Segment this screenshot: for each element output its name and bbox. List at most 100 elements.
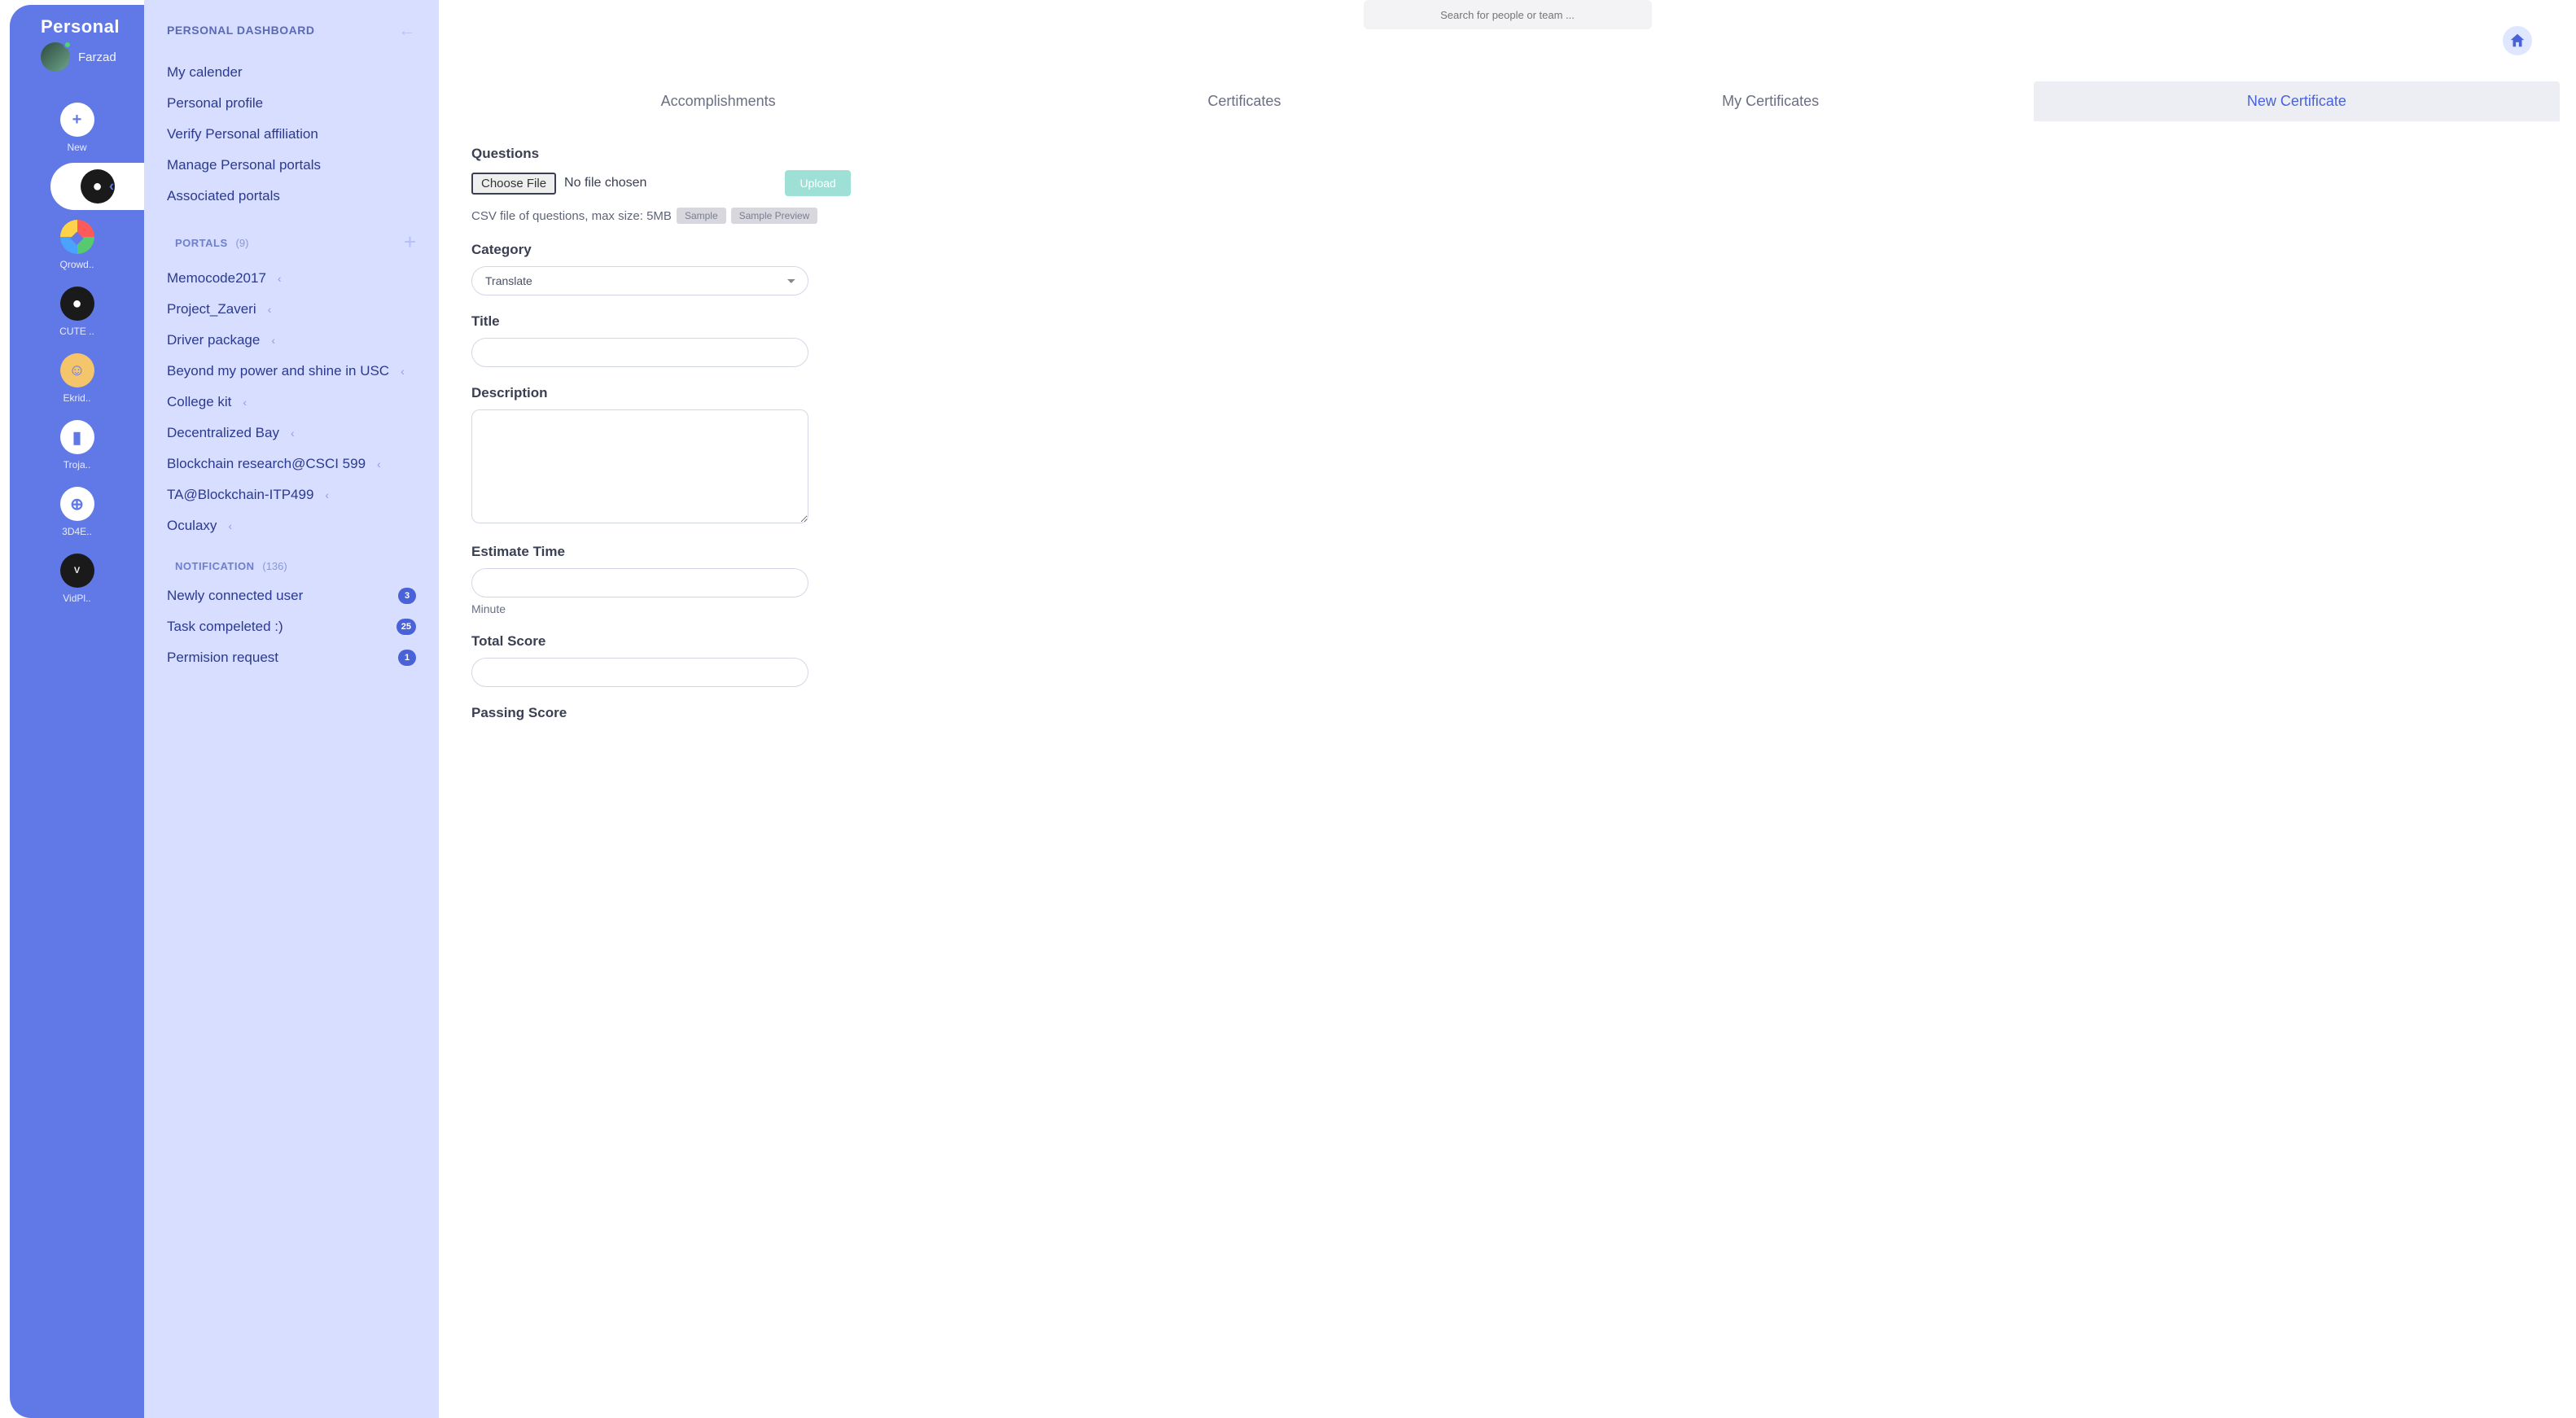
portals-section-title: PORTALS	[175, 237, 228, 249]
portal-item-label: Driver package	[167, 332, 260, 348]
category-label: Category	[471, 242, 1220, 258]
avatar	[41, 42, 70, 72]
rail-item-0[interactable]: + New	[10, 96, 144, 160]
notification-badge: 1	[398, 650, 416, 666]
notification-item-0[interactable]: Newly connected user 3	[167, 580, 416, 611]
title-label: Title	[471, 313, 1220, 330]
dashboard-item-1[interactable]: Personal profile	[167, 88, 416, 119]
add-portal-icon[interactable]: +	[404, 230, 416, 255]
rail-item-3[interactable]: ● CUTE ..	[10, 280, 144, 344]
home-button[interactable]	[2503, 26, 2532, 55]
description-label: Description	[471, 385, 1220, 401]
sidebar: PERSONAL DASHBOARD ← My calenderPersonal…	[144, 0, 439, 1418]
rail-item-icon: ⊕	[60, 487, 94, 521]
portal-item-7[interactable]: TA@Blockchain-ITP499‹	[167, 479, 416, 510]
chevron-left-icon: ‹	[401, 365, 405, 378]
rail-item-icon: ☺	[60, 353, 94, 387]
portal-item-label: College kit	[167, 394, 231, 410]
search-input[interactable]	[1364, 0, 1652, 29]
back-arrow-icon[interactable]: ←	[398, 20, 416, 41]
rail-item-icon: V	[60, 554, 94, 588]
portal-item-3[interactable]: Beyond my power and shine in USC ‹	[167, 356, 416, 387]
file-picker[interactable]: Choose File No file chosen	[471, 173, 646, 195]
passing-score-label: Passing Score	[471, 705, 1220, 721]
portal-item-8[interactable]: Oculaxy‹	[167, 510, 416, 541]
portal-item-1[interactable]: Project_Zaveri ‹	[167, 294, 416, 325]
portal-item-6[interactable]: Blockchain research@CSCI 599 ‹	[167, 449, 416, 479]
chevron-left-icon: ‹	[109, 178, 114, 195]
chevron-left-icon: ‹	[291, 427, 295, 440]
title-input[interactable]	[471, 338, 808, 367]
rail-item-2[interactable]: ◆ Qrowd..	[10, 213, 144, 277]
portal-item-label: Project_Zaveri	[167, 301, 256, 317]
tab-accomplishments[interactable]: Accomplishments	[455, 81, 981, 121]
notification-item-1[interactable]: Task compeleted :) 25	[167, 611, 416, 642]
notification-label: Task compeleted :)	[167, 619, 283, 635]
rail-user[interactable]: Farzad	[41, 42, 144, 72]
home-icon	[2508, 32, 2526, 50]
rail-item-1[interactable]: ●‹	[50, 163, 144, 210]
notification-badge: 3	[398, 588, 416, 604]
csv-hint: CSV file of questions, max size: 5MB	[471, 209, 672, 223]
portal-item-label: Memocode2017	[167, 270, 266, 287]
chevron-left-icon: ‹	[243, 396, 247, 409]
sample-preview-button[interactable]: Sample Preview	[731, 208, 818, 224]
sample-button[interactable]: Sample	[677, 208, 726, 224]
rail-item-6[interactable]: ⊕ 3D4E..	[10, 480, 144, 544]
portals-count: (9)	[236, 237, 249, 249]
rail-item-icon: +	[60, 103, 94, 137]
rail-item-4[interactable]: ☺ Ekrid..	[10, 347, 144, 410]
notifications-section-title: NOTIFICATION	[175, 560, 254, 572]
upload-button[interactable]: Upload	[785, 170, 850, 196]
estimate-time-label: Estimate Time	[471, 544, 1220, 560]
portal-item-0[interactable]: Memocode2017 ‹	[167, 263, 416, 294]
rail-item-7[interactable]: V VidPl..	[10, 547, 144, 611]
chevron-left-icon: ‹	[377, 457, 381, 470]
rail-item-icon: ◆	[60, 220, 94, 254]
dashboard-item-2[interactable]: Verify Personal affiliation	[167, 119, 416, 150]
rail-item-label: CUTE ..	[59, 326, 94, 337]
choose-file-button[interactable]: Choose File	[471, 173, 556, 195]
rail-item-label: 3D4E..	[62, 526, 92, 537]
rail-username: Farzad	[78, 50, 116, 64]
rail-title: Personal	[41, 16, 144, 37]
tab-certificates[interactable]: Certificates	[981, 81, 1507, 121]
total-score-input[interactable]	[471, 658, 808, 687]
chevron-left-icon: ‹	[228, 519, 232, 532]
rail-item-label: VidPl..	[63, 593, 90, 604]
dashboard-item-3[interactable]: Manage Personal portals	[167, 150, 416, 181]
description-input[interactable]	[471, 409, 808, 523]
chevron-left-icon: ‹	[278, 272, 282, 285]
portal-item-label: Blockchain research@CSCI 599	[167, 456, 366, 472]
dashboard-item-4[interactable]: Associated portals	[167, 181, 416, 212]
notification-badge: 25	[396, 619, 416, 635]
portal-item-label: Decentralized Bay	[167, 425, 279, 441]
rail-item-label: New	[67, 142, 86, 153]
rail-item-label: Ekrid..	[63, 392, 90, 404]
sidebar-title: PERSONAL DASHBOARD	[167, 24, 314, 37]
notification-label: Newly connected user	[167, 588, 303, 604]
estimate-time-hint: Minute	[471, 602, 1220, 615]
dashboard-item-0[interactable]: My calender	[167, 57, 416, 88]
chevron-left-icon: ‹	[325, 488, 329, 501]
tab-new-certificate[interactable]: New Certificate	[2034, 81, 2560, 121]
main: AccomplishmentsCertificatesMy Certificat…	[439, 0, 2576, 1418]
total-score-label: Total Score	[471, 633, 1220, 650]
notifications-count: (136)	[262, 560, 287, 572]
presence-dot	[64, 41, 72, 49]
chevron-left-icon: ‹	[271, 334, 275, 347]
rail-item-icon: ●	[60, 287, 94, 321]
tab-my-certificates[interactable]: My Certificates	[1508, 81, 2034, 121]
estimate-time-input[interactable]	[471, 568, 808, 597]
portal-item-label: Beyond my power and shine in USC	[167, 363, 389, 379]
rail-item-label: Qrowd..	[59, 259, 94, 270]
portal-item-2[interactable]: Driver package ‹	[167, 325, 416, 356]
questions-label: Questions	[471, 146, 1220, 162]
portal-item-4[interactable]: College kit ‹	[167, 387, 416, 418]
portal-item-5[interactable]: Decentralized Bay ‹	[167, 418, 416, 449]
rail-item-icon: ▮	[60, 420, 94, 454]
chevron-left-icon: ‹	[268, 303, 272, 316]
rail-item-5[interactable]: ▮Troja..	[10, 414, 144, 477]
category-select[interactable]: Translate	[471, 266, 808, 295]
notification-item-2[interactable]: Permision request1	[167, 642, 416, 673]
